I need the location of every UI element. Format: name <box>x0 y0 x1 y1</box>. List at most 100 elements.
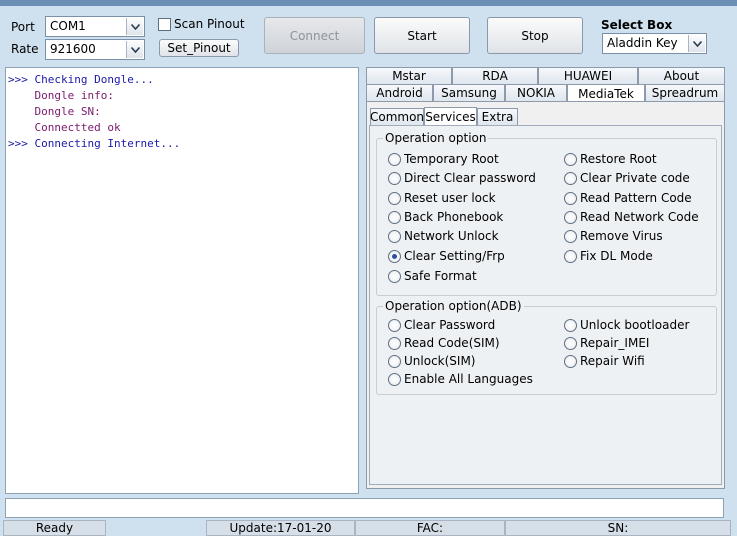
radio-label: Clear Private code <box>580 171 690 185</box>
group-title: Operation option <box>383 131 489 145</box>
radio-label: Network Unlock <box>404 229 499 243</box>
radio-dot[interactable] <box>564 229 577 243</box>
radio-dot[interactable] <box>388 171 401 185</box>
operation-option-adb-group: Operation option(ADB) Clear Password Rea… <box>376 299 717 395</box>
log-line: Connectted ok <box>8 121 121 134</box>
radio-dot[interactable] <box>388 354 401 368</box>
command-input[interactable] <box>5 498 724 518</box>
radio-dot[interactable] <box>564 152 577 166</box>
radio-enable-all-languages[interactable]: Enable All Languages <box>388 372 533 386</box>
tab-spreadrum[interactable]: Spreadrum <box>645 84 725 101</box>
radio-back-phonebook[interactable]: Back Phonebook <box>388 210 503 224</box>
radio-label: Repair Wifi <box>580 354 645 368</box>
radio-label: Direct Clear password <box>404 171 536 185</box>
radio-dot[interactable] <box>388 210 401 224</box>
subtab-extra[interactable]: Extra <box>477 108 518 125</box>
brand-tabs-panel: Mstar RDA HUAWEI About Android Samsung N… <box>362 67 728 494</box>
tab-nokia[interactable]: NOKIA <box>505 84 567 101</box>
radio-dot[interactable] <box>564 249 577 263</box>
chevron-down-icon[interactable] <box>126 18 143 35</box>
radio-temporary-root[interactable]: Temporary Root <box>388 152 499 166</box>
radio-fix-dl-mode[interactable]: Fix DL Mode <box>564 249 653 263</box>
subtab-common[interactable]: Common <box>370 108 424 125</box>
tab-rda[interactable]: RDA <box>452 67 538 84</box>
chevron-down-icon[interactable] <box>688 35 705 52</box>
radio-label: Back Phonebook <box>404 210 504 224</box>
radio-dot[interactable] <box>564 210 577 224</box>
stop-button[interactable]: Stop <box>487 17 583 54</box>
rate-label: Rate <box>11 42 39 56</box>
radio-dot[interactable] <box>388 318 401 332</box>
radio-label: Read Code(SIM) <box>404 336 500 350</box>
scan-pinout-label: Scan Pinout <box>174 17 245 31</box>
tab-android[interactable]: Android <box>366 84 433 101</box>
radio-label: Restore Root <box>580 152 657 166</box>
radio-label: Read Pattern Code <box>580 191 692 205</box>
tab-mediatek[interactable]: MediaTek <box>567 84 645 102</box>
log-line: >>> Checking Dongle... <box>8 73 154 86</box>
radio-label: Clear Setting/Frp <box>404 249 505 263</box>
start-button[interactable]: Start <box>374 17 470 54</box>
radio-label: Enable All Languages <box>404 372 533 386</box>
group-title: Operation option(ADB) <box>383 299 524 313</box>
rate-value: 921600 <box>50 42 96 56</box>
radio-dot[interactable] <box>388 269 401 283</box>
tab-mstar[interactable]: Mstar <box>366 67 452 84</box>
chevron-down-icon[interactable] <box>126 41 143 58</box>
radio-label: Fix DL Mode <box>580 249 653 263</box>
radio-restore-root[interactable]: Restore Root <box>564 152 657 166</box>
radio-dot[interactable] <box>388 372 401 386</box>
radio-dot[interactable] <box>564 354 577 368</box>
status-fac: FAC: <box>355 520 505 536</box>
radio-dot[interactable] <box>388 191 401 205</box>
radio-label: Clear Password <box>404 318 496 332</box>
radio-dot[interactable] <box>564 336 577 350</box>
services-page: Operation option Temporary Root Direct C… <box>369 125 722 485</box>
radio-label: Read Network Code <box>580 210 699 224</box>
radio-read-pattern-code[interactable]: Read Pattern Code <box>564 191 692 205</box>
radio-label: Safe Format <box>404 269 477 283</box>
radio-label: Unlock(SIM) <box>404 354 476 368</box>
radio-repair-imei[interactable]: Repair_IMEI <box>564 336 649 350</box>
status-sn: SN: <box>505 520 731 536</box>
tab-about[interactable]: About <box>638 67 725 84</box>
radio-network-unlock[interactable]: Network Unlock <box>388 229 499 243</box>
radio-dot-selected[interactable] <box>388 249 401 263</box>
rate-select[interactable]: 921600 <box>45 39 145 60</box>
radio-dot[interactable] <box>564 191 577 205</box>
log-line: >>> Connecting Internet... <box>8 137 181 150</box>
radio-label: Temporary Root <box>404 152 499 166</box>
radio-dot[interactable] <box>564 318 577 332</box>
connect-button[interactable]: Connect <box>264 17 365 54</box>
radio-safe-format[interactable]: Safe Format <box>388 269 477 283</box>
radio-label: Reset user lock <box>404 191 496 205</box>
radio-repair-wifi[interactable]: Repair Wifi <box>564 354 645 368</box>
radio-unlock-sim[interactable]: Unlock(SIM) <box>388 354 475 368</box>
radio-read-code-sim[interactable]: Read Code(SIM) <box>388 336 500 350</box>
radio-remove-virus[interactable]: Remove Virus <box>564 229 663 243</box>
tab-samsung[interactable]: Samsung <box>433 84 505 101</box>
log-output: >>> Checking Dongle... Dongle info: Dong… <box>5 67 359 494</box>
radio-clear-password[interactable]: Clear Password <box>388 318 495 332</box>
radio-clear-private-code[interactable]: Clear Private code <box>564 171 690 185</box>
radio-dot[interactable] <box>564 171 577 185</box>
select-box-label: Select Box <box>601 18 673 32</box>
subtab-services[interactable]: Services <box>424 107 477 125</box>
operation-option-group: Operation option Temporary Root Direct C… <box>376 131 717 296</box>
radio-read-network-code[interactable]: Read Network Code <box>564 210 699 224</box>
scan-pinout-checkbox[interactable] <box>158 18 171 31</box>
radio-unlock-bootloader[interactable]: Unlock bootloader <box>564 318 689 332</box>
tab-huawei[interactable]: HUAWEI <box>538 67 638 84</box>
port-select[interactable]: COM1 <box>45 16 145 37</box>
radio-label: Unlock bootloader <box>580 318 690 332</box>
radio-dot[interactable] <box>388 152 401 166</box>
select-box-select[interactable]: Aladdin Key <box>602 33 707 54</box>
radio-clear-setting-frp[interactable]: Clear Setting/Frp <box>388 249 505 263</box>
radio-dot[interactable] <box>388 229 401 243</box>
radio-dot[interactable] <box>388 336 401 350</box>
port-value: COM1 <box>50 19 86 33</box>
radio-reset-user-lock[interactable]: Reset user lock <box>388 191 496 205</box>
radio-direct-clear-password[interactable]: Direct Clear password <box>388 171 536 185</box>
set-pinout-button[interactable]: Set_Pinout <box>159 39 239 57</box>
status-update: Update:17-01-20 <box>206 520 355 536</box>
